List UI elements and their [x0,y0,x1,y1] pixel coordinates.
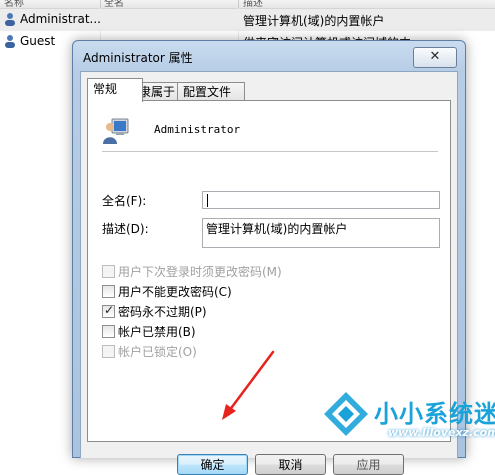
watermark-url: www.lilovexz.com [388,426,495,439]
checkbox-label: 帐户已锁定(O) [118,345,197,359]
checkbox-box[interactable] [102,325,115,338]
list-item-name: Administrat... [20,12,101,26]
description-label: 描述(D): [102,222,149,236]
list-item[interactable]: Administrat... 管理计算机(域)的内置帐户 [0,9,495,31]
list-item-name: Guest [20,34,56,48]
list-header: 名称 全名 描述 [0,0,495,9]
tab-general[interactable]: 常规 [87,78,143,102]
watermark-logo-icon [324,392,368,436]
user-icon [5,35,15,48]
watermark: 小小系统迷 www.lilovexz.com [318,384,495,456]
checkbox-box[interactable] [102,265,115,278]
column-header-fullname[interactable]: 全名 [104,0,124,8]
checkbox-box[interactable] [102,345,115,358]
tab-member-of-label: 隶属于 [139,85,176,99]
column-divider[interactable] [238,0,239,8]
close-icon: ✕ [429,49,441,64]
checkbox-box[interactable] [102,285,115,298]
column-divider[interactable] [100,0,101,8]
checkbox-label: 用户下次登录时须更改密码(M) [118,265,282,279]
ok-button[interactable]: 确定 [177,454,248,475]
user-icon [5,13,15,26]
full-name-field[interactable] [202,191,440,209]
text-caret [207,194,208,207]
checkbox-label: 密码永不过期(P) [118,305,207,319]
user-name-label: Administrator [154,123,241,136]
divider [102,151,438,152]
tab-profile-label: 配置文件 [183,85,232,99]
close-button[interactable]: ✕ [413,47,457,68]
user-account-icon [103,118,129,144]
checkmark-icon: ✓ [104,303,115,317]
description-value: 管理计算机(域)的内置帐户 [206,222,348,236]
checkbox-label: 帐户已禁用(B) [118,325,196,339]
column-header-description[interactable]: 描述 [243,0,263,8]
full-name-label: 全名(F): [102,194,147,208]
tab-profile[interactable]: 配置文件 [177,82,245,101]
watermark-title: 小小系统迷 [374,400,495,428]
checkbox-label: 用户不能更改密码(C) [118,285,232,299]
column-header-name[interactable]: 名称 [4,0,24,8]
cancel-button[interactable]: 取消 [255,454,326,475]
title-bar[interactable]: Administrator 属性 ✕ [73,41,465,71]
checkbox-box[interactable]: ✓ [102,303,115,318]
list-item-description: 管理计算机(域)的内置帐户 [243,14,385,28]
apply-button[interactable]: 应用 [333,454,404,475]
tab-general-label: 常规 [93,82,118,96]
dialog-title: Administrator 属性 [83,51,193,65]
description-field[interactable]: 管理计算机(域)的内置帐户 [202,218,440,248]
